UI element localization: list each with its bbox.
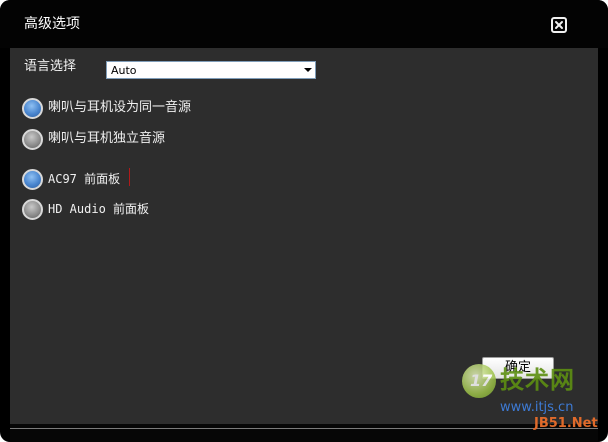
chevron-down-icon [304, 68, 312, 72]
radio-same-source[interactable] [22, 98, 43, 119]
ok-button[interactable]: 确定 [482, 357, 554, 379]
language-label: 语言选择 [24, 59, 77, 74]
radio-ac97-front-panel[interactable] [22, 169, 43, 190]
close-icon [555, 21, 563, 29]
advanced-options-dialog: 高级选项 语言选择 Auto 喇叭与耳机设为同一音源 喇叭与耳机独立音源 AC9… [0, 0, 608, 442]
text-cursor [129, 168, 130, 186]
language-select[interactable]: Auto [106, 61, 316, 79]
radio-hd-audio-front-panel-label: HD Audio 前面板 [48, 202, 150, 216]
title-bar: 高级选项 [0, 0, 608, 48]
radio-ac97-front-panel-label: AC97 前面板 [48, 172, 121, 186]
radio-same-source-label: 喇叭与耳机设为同一音源 [48, 100, 192, 115]
radio-independent-source[interactable] [22, 129, 43, 150]
radio-hd-audio-front-panel[interactable] [22, 199, 43, 220]
bottom-frame [10, 424, 598, 442]
language-select-value: Auto [111, 64, 137, 77]
radio-independent-source-label: 喇叭与耳机独立音源 [48, 131, 166, 146]
close-button[interactable] [551, 17, 567, 33]
bottom-frame-highlight [10, 428, 598, 429]
dialog-title: 高级选项 [24, 16, 80, 32]
